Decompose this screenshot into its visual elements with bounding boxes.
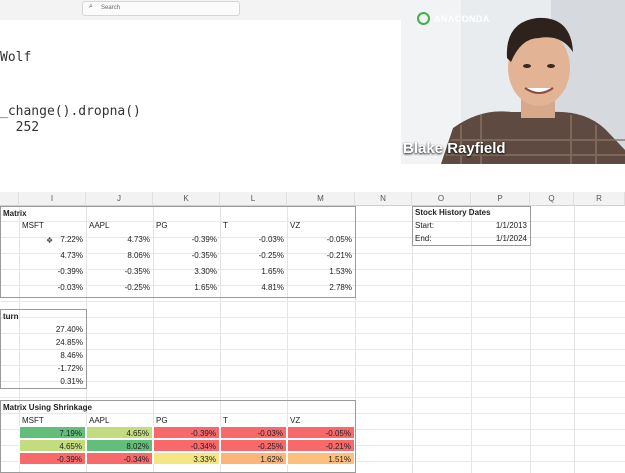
column-header-i[interactable]: I: [19, 192, 86, 206]
shrinkage-cell[interactable]: -0.39%: [153, 426, 220, 439]
grid-line: [0, 381, 625, 382]
grid-line: [0, 333, 625, 334]
search-icon: ⌕: [89, 3, 93, 10]
cov-cell[interactable]: 3.30%: [153, 264, 220, 280]
webcam-overlay: ANACONDA Blake Rayfield: [401, 0, 625, 164]
anaconda-ring-icon: [417, 12, 430, 25]
shrinkage-cell[interactable]: -0.03%: [220, 426, 287, 439]
cov-cell[interactable]: -0.05%: [287, 232, 355, 248]
search-box[interactable]: ⌕ Search: [82, 1, 240, 16]
shrinkage-cell[interactable]: 4.65%: [86, 426, 153, 439]
column-header-blank: [0, 192, 19, 206]
column-header-m[interactable]: M: [287, 192, 355, 206]
shrinkage-cell[interactable]: 1.62%: [220, 452, 287, 465]
cov-cell[interactable]: -0.25%: [220, 248, 287, 264]
grid-line: [0, 301, 625, 302]
grid-line: [0, 317, 625, 318]
column-header-q[interactable]: Q: [530, 192, 574, 206]
search-placeholder: Search: [101, 5, 121, 11]
grid-line: [0, 365, 625, 366]
code-line-1: Wolf: [0, 50, 32, 65]
brand-text: ANACONDA: [434, 14, 490, 24]
anaconda-logo: ANACONDA: [417, 12, 490, 25]
cov-cell[interactable]: -0.39%: [153, 232, 220, 248]
presenter-name: Blake Rayfield: [403, 140, 506, 157]
column-header-k[interactable]: K: [153, 192, 220, 206]
cov-cell[interactable]: -0.35%: [86, 264, 153, 280]
column-header-r[interactable]: R: [574, 192, 625, 206]
shrinkage-cell[interactable]: 8.02%: [86, 439, 153, 452]
column-header-n[interactable]: N: [355, 192, 412, 206]
cov-cell[interactable]: 4.73%: [19, 248, 86, 264]
cov-cell[interactable]: 1.53%: [287, 264, 355, 280]
cov-cell[interactable]: 1.65%: [220, 264, 287, 280]
shrinkage-cell[interactable]: -0.05%: [287, 426, 355, 439]
shrinkage-cell[interactable]: 7.19%: [19, 426, 86, 439]
column-header-l[interactable]: L: [220, 192, 287, 206]
shrinkage-cell[interactable]: -0.34%: [86, 452, 153, 465]
grid-line: [0, 397, 625, 398]
cov-cell[interactable]: 1.65%: [153, 280, 220, 296]
cov-cell[interactable]: -0.25%: [86, 280, 153, 296]
return-cell[interactable]: 0.31%: [19, 374, 86, 390]
shrinkage-cell[interactable]: 4.65%: [19, 439, 86, 452]
cell-cursor-icon: ❖: [46, 236, 54, 245]
column-header-p[interactable]: P: [471, 192, 530, 206]
column-header-j[interactable]: J: [86, 192, 153, 206]
cov-cell[interactable]: 4.81%: [220, 280, 287, 296]
grid-line: [0, 349, 625, 350]
shrinkage-cell[interactable]: -0.34%: [153, 439, 220, 452]
shrinkage-cell[interactable]: -0.25%: [220, 439, 287, 452]
end-date-cell[interactable]: 1/1/2024: [471, 231, 530, 247]
end-label: End:: [415, 234, 432, 243]
cov-cell[interactable]: -0.39%: [19, 264, 86, 280]
cov-cell[interactable]: -0.35%: [153, 248, 220, 264]
column-header-o[interactable]: O: [412, 192, 471, 206]
code-line-2: _change().dropna(): [0, 104, 141, 119]
shrinkage-cell[interactable]: -0.21%: [287, 439, 355, 452]
cov-cell[interactable]: 8.06%: [86, 248, 153, 264]
cov-cell[interactable]: -0.21%: [287, 248, 355, 264]
cov-cell[interactable]: -0.03%: [19, 280, 86, 296]
shrinkage-cell[interactable]: 1.51%: [287, 452, 355, 465]
cov-cell[interactable]: -0.03%: [220, 232, 287, 248]
cov-cell[interactable]: 2.78%: [287, 280, 355, 296]
spreadsheet[interactable]: I J K L M N O P Q R Matrix MSFT AAPL PG …: [0, 192, 625, 473]
grid-line: [574, 206, 575, 473]
grid-line: [530, 206, 531, 473]
shrinkage-cell[interactable]: -0.39%: [19, 452, 86, 465]
shrinkage-cell[interactable]: 3.33%: [153, 452, 220, 465]
code-line-3: 252: [0, 120, 40, 135]
cov-cell[interactable]: 4.73%: [86, 232, 153, 248]
